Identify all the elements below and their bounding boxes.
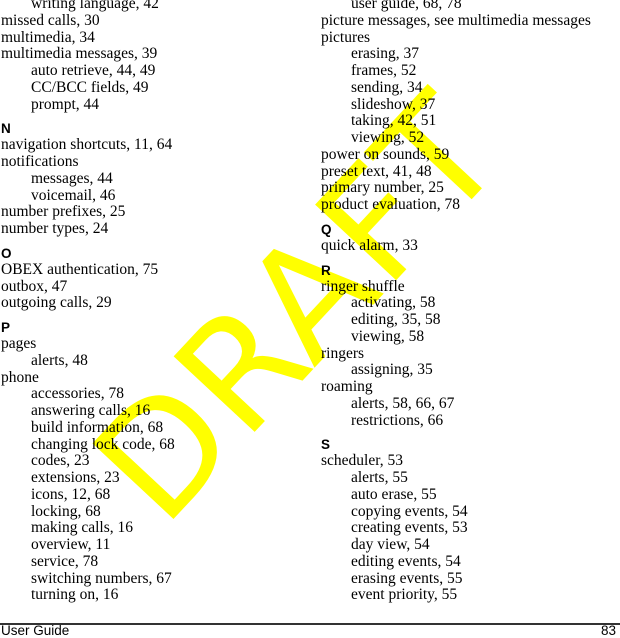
index-subentry: alerts, 48: [31, 351, 88, 369]
footer-page-number: 83: [600, 623, 616, 638]
index-subentry: prompt, 44: [31, 95, 100, 113]
index-subentry: viewing, 58: [351, 327, 425, 345]
index-entry: primary number, 25: [321, 179, 444, 197]
index-entry: missed calls, 30: [1, 11, 100, 29]
index-entry: ringer shuffle: [321, 277, 405, 295]
index-subentry: assigning, 35: [351, 361, 433, 379]
index-column-left: writing language, 42 missed calls, 30 mult…: [1, 0, 301, 604]
index-subentry: frames, 52: [351, 62, 417, 79]
index-entry: navigation shortcuts, 11, 64: [1, 136, 173, 154]
index-subentry: alerts, 58, 66, 67: [351, 394, 455, 412]
index-subentry: copying events, 54: [351, 502, 468, 520]
index-subentry: auto erase, 55: [351, 485, 437, 503]
index-subentry: locking, 68: [31, 502, 101, 520]
index-entry: phone: [1, 368, 39, 386]
index-subentry: answering calls, 16: [31, 402, 151, 419]
index-subentry: making calls, 16: [31, 519, 134, 537]
index-subentry: editing, 35, 58: [351, 311, 441, 328]
index-subentry: voicemail, 46: [31, 186, 116, 204]
index-subentry: writing language, 42: [31, 0, 159, 12]
index-entry: multimedia messages, 39: [1, 45, 158, 63]
index-section-letter: Q: [321, 221, 332, 237]
index-section-letter: O: [1, 245, 12, 261]
index-subentry: service, 78: [31, 552, 99, 570]
index-subentry: sending, 34: [351, 78, 423, 96]
index-subentry: messages, 44: [31, 169, 113, 187]
index-entry: number prefixes, 25: [1, 203, 126, 221]
index-subentry: switching numbers, 67: [31, 569, 172, 587]
index-subentry: icons, 12, 68: [31, 485, 111, 503]
index-subentry: day view, 54: [351, 536, 430, 553]
index-entry: roaming: [321, 378, 373, 395]
index-subentry: accessories, 78: [31, 385, 124, 403]
index-subentry: creating events, 53: [351, 519, 468, 537]
index-entry: picture messages, see multimedia message…: [321, 11, 591, 29]
index-subentry: slideshow, 37: [351, 95, 436, 113]
footer-document-title: User Guide: [1, 623, 70, 638]
index-subentry: changing lock code, 68: [31, 435, 175, 453]
index-subentry: user guide, 68, 78: [351, 0, 462, 12]
index-entry: ringers: [321, 344, 365, 362]
index-entry: OBEX authentication, 75: [1, 260, 159, 278]
index-subentry: turning on, 16: [31, 586, 119, 604]
index-entry: outgoing calls, 29: [1, 294, 112, 312]
index-entry: multimedia, 34: [1, 28, 95, 46]
index-entry: number types, 24: [1, 220, 109, 237]
index-entry: quick alarm, 33: [321, 236, 418, 254]
index-subentry: overview, 11: [31, 536, 111, 553]
index-entry: scheduler, 53: [321, 452, 404, 470]
index-subentry: taking, 42, 51: [351, 112, 437, 130]
index-entry: product evaluation, 78: [321, 196, 461, 213]
index-subentry: CC/BCC fields, 49: [31, 78, 149, 96]
index-section-letter: P: [1, 320, 11, 335]
index-subentry: editing events, 54: [351, 552, 461, 570]
index-entry: notifications: [1, 153, 79, 170]
index-entry: pictures: [321, 28, 371, 46]
index-subentry: auto retrieve, 44, 49: [31, 62, 156, 79]
page-footer: User Guide 83: [0, 623, 620, 638]
index-section-letter: S: [321, 437, 331, 453]
index-column-right: user guide, 68, 78 picture messages, see …: [321, 0, 620, 604]
index-subentry: codes, 23: [31, 452, 90, 470]
index-subentry: build information, 68: [31, 418, 164, 436]
index-subentry: activating, 58: [351, 294, 436, 312]
index-subentry: erasing, 37: [351, 45, 420, 63]
index-entry: pages: [1, 335, 37, 352]
index-entry: power on sounds, 59: [321, 145, 450, 163]
index-subentry: erasing events, 55: [351, 569, 463, 587]
index-entry: preset text, 41, 48: [321, 162, 432, 180]
index-subentry: event priority, 55: [351, 586, 458, 604]
index-subentry: extensions, 23: [31, 469, 120, 486]
index-entry: outbox, 47: [1, 277, 68, 295]
index-subentry: restrictions, 66: [351, 411, 444, 429]
index-subentry: viewing, 52: [351, 129, 425, 146]
index-section-letter: R: [321, 262, 331, 278]
index-subentry: alerts, 55: [351, 469, 408, 486]
index-section-letter: N: [1, 121, 11, 137]
